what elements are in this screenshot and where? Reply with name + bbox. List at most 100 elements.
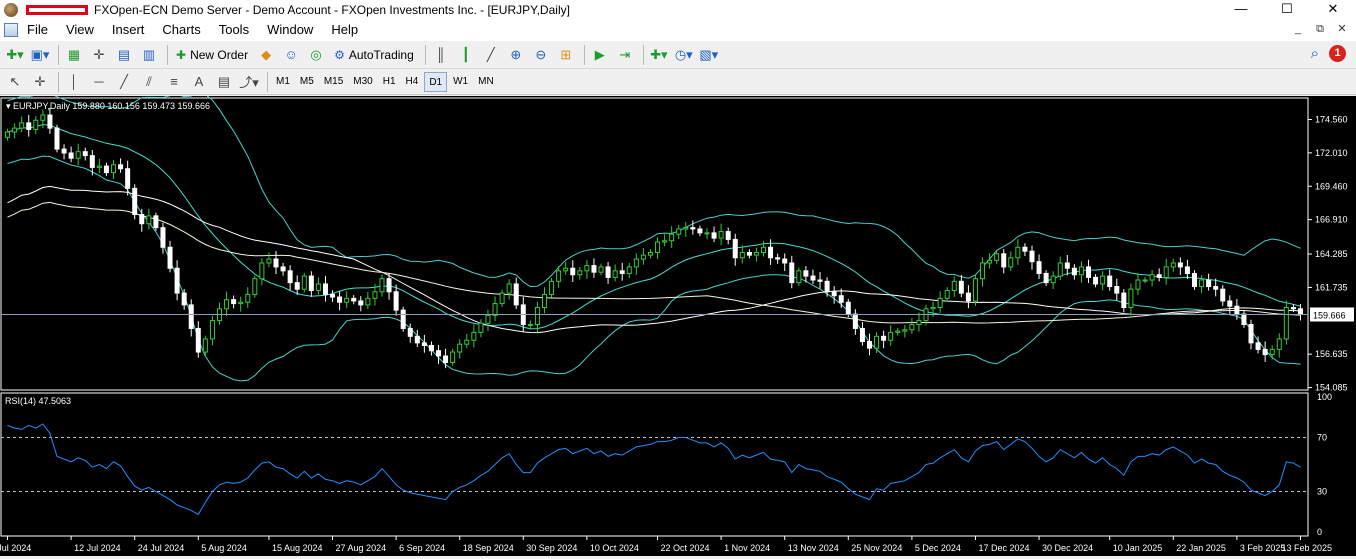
text-label-icon[interactable]: ▤ <box>213 71 235 93</box>
candle-body <box>400 309 406 329</box>
candle-body <box>118 164 124 170</box>
candle-body <box>231 299 237 305</box>
candle-body <box>1001 253 1007 268</box>
horizontal-line-icon[interactable]: ─ <box>88 71 110 93</box>
candle-body <box>972 278 978 302</box>
new-order-icon: ✚ <box>176 47 187 62</box>
fibonacci-icon[interactable]: ≡ <box>163 71 185 93</box>
candle-body <box>358 300 364 306</box>
candle-body <box>895 330 901 333</box>
menu-window[interactable]: Window <box>258 19 322 41</box>
autotrading-button[interactable]: ⚙ AutoTrading <box>330 44 418 66</box>
tile-windows-icon[interactable]: ⊞ <box>555 44 577 66</box>
maximize-button[interactable]: ☐ <box>1264 0 1310 19</box>
timeframe-m15[interactable]: M15 <box>320 72 347 92</box>
signals-icon[interactable]: ☺ <box>280 44 302 66</box>
timeframe-m30[interactable]: M30 <box>349 72 376 92</box>
metaeditor-icon[interactable]: ◆ <box>255 44 277 66</box>
current-price-label: 159.666 <box>1313 310 1346 320</box>
candle-body <box>1234 305 1240 315</box>
menu-view[interactable]: View <box>57 19 103 41</box>
market-watch-icon[interactable]: ▦ <box>63 44 85 66</box>
chart-shift-icon[interactable]: ⇥ <box>614 44 636 66</box>
candle-body <box>647 252 653 256</box>
candle-body <box>259 262 265 280</box>
candle-body <box>1114 286 1120 294</box>
menu-file[interactable]: File <box>18 19 57 41</box>
mdi-restore-button[interactable]: ⧉ <box>1312 22 1328 37</box>
candle-body <box>633 258 639 268</box>
mdi-close-button[interactable]: ✕ <box>1334 22 1350 37</box>
close-button[interactable]: ✕ <box>1310 0 1356 19</box>
channel-icon[interactable]: ⫽ <box>138 71 160 93</box>
cursor-icon[interactable]: ↖ <box>4 71 26 93</box>
bar-chart-icon[interactable]: ║ <box>430 44 452 66</box>
crosshair-icon[interactable]: ✛ <box>29 71 51 93</box>
indicators-icon[interactable]: ✚▾ <box>648 44 670 66</box>
menu-help[interactable]: Help <box>322 19 367 41</box>
zoom-in-icon[interactable]: ⊕ <box>505 44 527 66</box>
price-chart-svg[interactable]: 159.666 174.560 172.010 169.460 166.910 164.2… <box>0 91 1356 556</box>
new-order-button[interactable]: ✚ New Order <box>172 44 252 66</box>
timeframe-w1[interactable]: W1 <box>449 72 472 92</box>
new-chart-icon[interactable]: ✚▾ <box>4 44 26 66</box>
candle-body <box>379 278 385 293</box>
line-chart-icon[interactable]: ╱ <box>480 44 502 66</box>
candle-body <box>365 297 371 306</box>
candle-body <box>838 295 844 303</box>
zoom-out-icon[interactable]: ⊖ <box>530 44 552 66</box>
chart-window-icon[interactable] <box>4 23 18 37</box>
timeframe-m5[interactable]: M5 <box>296 72 318 92</box>
timeframe-d1[interactable]: D1 <box>424 71 448 92</box>
search-icon[interactable]: ⌕ <box>1311 45 1319 62</box>
candle-body <box>26 122 32 130</box>
auto-scroll-icon[interactable]: ▶ <box>589 44 611 66</box>
candle-body <box>718 231 724 239</box>
terminal-icon[interactable]: ▥ <box>138 44 160 66</box>
bollinger-upper-line <box>7 91 1301 288</box>
market-icon[interactable]: ◎ <box>305 44 327 66</box>
chart-window[interactable]: 159.666 174.560 172.010 169.460 166.910 164.2… <box>0 91 1356 556</box>
price-tick-label: 156.635 <box>1315 349 1348 359</box>
trendline-icon[interactable]: ╱ <box>113 71 135 93</box>
candle-body <box>958 280 964 294</box>
candle-body <box>322 283 328 295</box>
arrows-icon[interactable]: ⤴▾ <box>238 71 260 93</box>
data-window-icon[interactable]: ✛ <box>88 44 110 66</box>
candle-body <box>556 270 562 282</box>
candle-body <box>817 279 823 282</box>
candle-body <box>61 148 67 154</box>
timeframe-m1[interactable]: M1 <box>272 72 294 92</box>
candle-body <box>951 280 957 291</box>
mdi-minimize-button[interactable]: _ <box>1290 22 1306 37</box>
candle-body <box>874 335 880 349</box>
menu-charts[interactable]: Charts <box>153 19 209 41</box>
candle-body <box>810 275 816 281</box>
templates-icon[interactable]: ▧▾ <box>698 44 720 66</box>
vertical-line-icon[interactable]: │ <box>63 71 85 93</box>
candle-body <box>831 291 837 297</box>
time-tick-label: 10 Jan 2025 <box>1113 543 1163 553</box>
timeframe-mn[interactable]: MN <box>474 72 498 92</box>
navigator-icon[interactable]: ▤ <box>113 44 135 66</box>
candlestick-chart-icon[interactable]: ┃ <box>455 44 477 66</box>
candle-body <box>1057 262 1063 277</box>
candle-body <box>1015 246 1021 259</box>
periods-icon[interactable]: ◷▾ <box>673 44 695 66</box>
timeframe-h4[interactable]: H4 <box>402 72 423 92</box>
candle-body <box>224 299 230 310</box>
candle-body <box>1050 275 1056 284</box>
candle-body <box>478 322 484 333</box>
candle-body <box>1078 266 1084 276</box>
text-icon[interactable]: A <box>188 71 210 93</box>
time-tick-label: 25 Nov 2024 <box>851 543 902 553</box>
time-tick-label: 13 Feb 2025 <box>1281 543 1332 553</box>
menu-tools[interactable]: Tools <box>210 19 258 41</box>
profiles-icon[interactable]: ▣▾ <box>29 44 51 66</box>
timeframe-h1[interactable]: H1 <box>379 72 400 92</box>
menu-insert[interactable]: Insert <box>103 19 154 41</box>
time-tick-label: 5 Dec 2024 <box>915 543 961 553</box>
minimize-button[interactable]: — <box>1218 0 1264 19</box>
candle-body <box>103 165 109 174</box>
notification-badge[interactable]: 1 <box>1329 45 1346 62</box>
